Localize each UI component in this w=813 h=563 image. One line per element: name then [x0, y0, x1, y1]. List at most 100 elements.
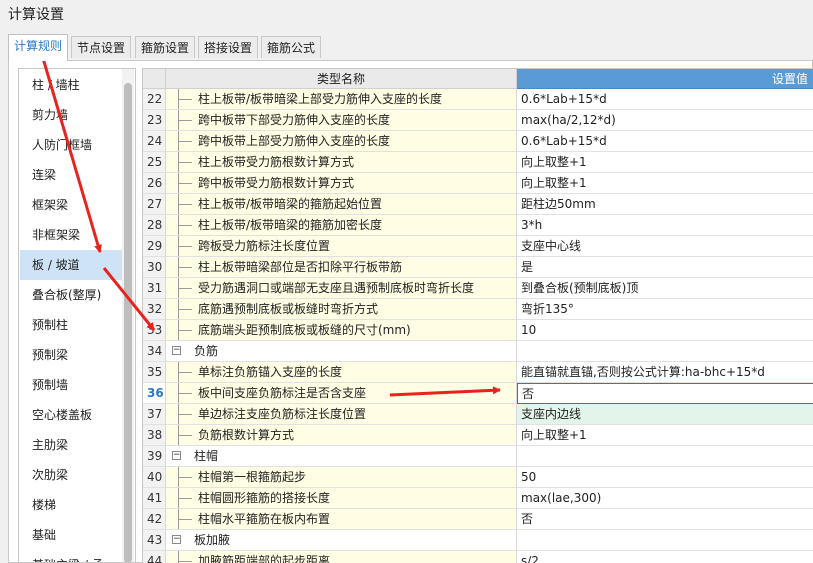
table-row[interactable]: 29 跨板受力筋标注长度位置 支座中心线 — [143, 236, 813, 257]
type-name-header[interactable]: 类型名称 — [166, 69, 517, 89]
setting-value-cell[interactable]: s/2 — [517, 551, 813, 563]
setting-value-cell[interactable]: 向上取整+1 — [517, 173, 813, 194]
type-name-cell[interactable]: 底筋遇预制底板或板缝时弯折方式 — [166, 299, 517, 320]
type-name-cell[interactable]: 跨板受力筋标注长度位置 — [166, 236, 517, 257]
sidebar-item[interactable]: 基础主梁 / 承 — [20, 550, 124, 562]
type-name-cell[interactable]: 柱上板带/板带暗梁的箍筋起始位置 — [166, 194, 517, 215]
table-row[interactable]: 31 受力筋遇洞口或端部无支座且遇预制底板时弯折长度 到叠合板(预制底板)顶 — [143, 278, 813, 299]
group-header[interactable]: − 柱帽 — [166, 446, 517, 467]
table-row[interactable]: 30 柱上板带暗梁部位是否扣除平行板带筋 是 — [143, 257, 813, 278]
setting-value-cell[interactable] — [517, 446, 813, 467]
type-name-cell[interactable]: 柱上板带/板带暗梁的箍筋加密长度 — [166, 215, 517, 236]
table-row[interactable]: 38 负筋根数计算方式 向上取整+1 — [143, 425, 813, 446]
sidebar-item[interactable]: 主肋梁 — [20, 430, 124, 460]
type-name-label: 板中间支座负筋标注是否含支座 — [198, 386, 367, 400]
type-name-cell[interactable]: 柱上板带受力筋根数计算方式 — [166, 152, 517, 173]
table-row[interactable]: 26 跨中板带受力筋根数计算方式 向上取整+1 — [143, 173, 813, 194]
setting-value-cell[interactable]: 10 — [517, 320, 813, 341]
setting-value-cell[interactable]: 向上取整+1 — [517, 152, 813, 173]
setting-value-cell[interactable]: 支座内边线 — [517, 404, 813, 425]
type-name-label: 负筋根数计算方式 — [198, 428, 295, 442]
tab-node-settings[interactable]: 节点设置 — [71, 36, 131, 58]
tab-stirrup-settings[interactable]: 箍筋设置 — [135, 36, 195, 58]
sidebar-item[interactable]: 剪力墙 — [20, 100, 124, 130]
type-name-cell[interactable]: 负筋根数计算方式 — [166, 425, 517, 446]
table-row[interactable]: 33 底筋端头距预制底板或板缝的尺寸(mm) 10 — [143, 320, 813, 341]
type-name-cell[interactable]: 受力筋遇洞口或端部无支座且遇预制底板时弯折长度 — [166, 278, 517, 299]
setting-value-cell[interactable]: 向上取整+1 — [517, 425, 813, 446]
sidebar-item[interactable]: 框架梁 — [20, 190, 124, 220]
tab-calc-rules[interactable]: 计算规则 — [8, 34, 68, 61]
sidebar-item[interactable]: 预制梁 — [20, 340, 124, 370]
type-name-cell[interactable]: 单标注负筋锚入支座的长度 — [166, 362, 517, 383]
type-name-cell[interactable]: 跨中板带上部受力筋伸入支座的长度 — [166, 131, 517, 152]
setting-value-cell[interactable]: 0.6*Lab+15*d — [517, 89, 813, 110]
type-name-cell[interactable]: 板中间支座负筋标注是否含支座 — [166, 383, 517, 404]
table-row[interactable]: 42 柱帽水平箍筋在板内布置 否 — [143, 509, 813, 530]
type-name-cell[interactable]: 跨中板带下部受力筋伸入支座的长度 — [166, 110, 517, 131]
collapse-toggle-icon[interactable]: − — [172, 346, 181, 355]
sidebar-item[interactable]: 连梁 — [20, 160, 124, 190]
sidebar-item-slab[interactable]: 板 / 坡道 — [20, 250, 124, 280]
type-name-cell[interactable]: 柱帽圆形箍筋的搭接长度 — [166, 488, 517, 509]
collapse-toggle-icon[interactable]: − — [172, 535, 181, 544]
type-name-cell[interactable]: 跨中板带受力筋根数计算方式 — [166, 173, 517, 194]
table-row[interactable]: 24 跨中板带上部受力筋伸入支座的长度 0.6*Lab+15*d — [143, 131, 813, 152]
sidebar-item[interactable]: 楼梯 — [20, 490, 124, 520]
type-name-cell[interactable]: 单边标注支座负筋标注长度位置 — [166, 404, 517, 425]
setting-value-cell[interactable]: 能直锚就直锚,否则按公式计算:ha-bhc+15*d — [517, 362, 813, 383]
table-row[interactable]: 27 柱上板带/板带暗梁的箍筋起始位置 距柱边50mm — [143, 194, 813, 215]
table-row[interactable]: 35 单标注负筋锚入支座的长度 能直锚就直锚,否则按公式计算:ha-bhc+15*d — [143, 362, 813, 383]
setting-value-cell[interactable]: 是 — [517, 257, 813, 278]
setting-value-cell[interactable]: max(ha/2,12*d) — [517, 110, 813, 131]
table-row[interactable]: 25 柱上板带受力筋根数计算方式 向上取整+1 — [143, 152, 813, 173]
setting-value-header[interactable]: 设置值 — [517, 69, 813, 89]
setting-value-cell[interactable]: 3*h — [517, 215, 813, 236]
table-row[interactable]: 44 加腋筋距端部的起步距离 s/2 — [143, 551, 813, 563]
sidebar-item[interactable]: 空心楼盖板 — [20, 400, 124, 430]
table-row[interactable]: 39− 柱帽 — [143, 446, 813, 467]
table-row[interactable]: 41 柱帽圆形箍筋的搭接长度 max(lae,300) — [143, 488, 813, 509]
sidebar-scrollbar-thumb[interactable] — [124, 83, 132, 562]
setting-value-cell[interactable]: 弯折135° — [517, 299, 813, 320]
type-name-cell[interactable]: 柱帽水平箍筋在板内布置 — [166, 509, 517, 530]
setting-value-cell[interactable] — [517, 530, 813, 551]
type-name-cell[interactable]: 底筋端头距预制底板或板缝的尺寸(mm) — [166, 320, 517, 341]
setting-value-cell[interactable]: 50 — [517, 467, 813, 488]
type-name-cell[interactable]: 柱上板带暗梁部位是否扣除平行板带筋 — [166, 257, 517, 278]
tab-stirrup-formula[interactable]: 箍筋公式 — [261, 36, 321, 58]
setting-value-cell[interactable] — [517, 341, 813, 362]
sidebar-item[interactable]: 非框架梁 — [20, 220, 124, 250]
sidebar-item[interactable]: 叠合板(整厚) — [20, 280, 124, 310]
group-header[interactable]: − 板加腋 — [166, 530, 517, 551]
sidebar-item[interactable]: 预制柱 — [20, 310, 124, 340]
setting-value-cell[interactable]: 否 — [517, 509, 813, 530]
table-row[interactable]: 28 柱上板带/板带暗梁的箍筋加密长度 3*h — [143, 215, 813, 236]
type-name-cell[interactable]: 加腋筋距端部的起步距离 — [166, 551, 517, 563]
table-row[interactable]: 43− 板加腋 — [143, 530, 813, 551]
setting-value-cell[interactable]: max(lae,300) — [517, 488, 813, 509]
table-row[interactable]: 34− 负筋 — [143, 341, 813, 362]
sidebar-item[interactable]: 预制墙 — [20, 370, 124, 400]
setting-value-cell[interactable]: 到叠合板(预制底板)顶 — [517, 278, 813, 299]
table-row[interactable]: 36 板中间支座负筋标注是否含支座 否 — [143, 383, 813, 404]
setting-value-editor[interactable]: 否 — [517, 383, 813, 404]
tab-lap-settings[interactable]: 搭接设置 — [198, 36, 258, 58]
setting-value-cell[interactable]: 0.6*Lab+15*d — [517, 131, 813, 152]
table-row[interactable]: 23 跨中板带下部受力筋伸入支座的长度 max(ha/2,12*d) — [143, 110, 813, 131]
sidebar-item[interactable]: 次肋梁 — [20, 460, 124, 490]
table-row[interactable]: 22 柱上板带/板带暗梁上部受力筋伸入支座的长度 0.6*Lab+15*d — [143, 89, 813, 110]
type-name-cell[interactable]: 柱帽第一根箍筋起步 — [166, 467, 517, 488]
component-list[interactable]: 柱 / 墙柱 剪力墙 人防门框墙 连梁 框架梁 非框架梁 板 / 坡道 叠合板(… — [18, 68, 136, 563]
type-name-cell[interactable]: 柱上板带/板带暗梁上部受力筋伸入支座的长度 — [166, 89, 517, 110]
table-row[interactable]: 40 柱帽第一根箍筋起步 50 — [143, 467, 813, 488]
table-row[interactable]: 32 底筋遇预制底板或板缝时弯折方式 弯折135° — [143, 299, 813, 320]
setting-value-cell[interactable]: 支座中心线 — [517, 236, 813, 257]
group-header[interactable]: − 负筋 — [166, 341, 517, 362]
sidebar-item[interactable]: 基础 — [20, 520, 124, 550]
collapse-toggle-icon[interactable]: − — [172, 451, 181, 460]
setting-value-cell[interactable]: 距柱边50mm — [517, 194, 813, 215]
table-row[interactable]: 37 单边标注支座负筋标注长度位置 支座内边线 — [143, 404, 813, 425]
sidebar-item[interactable]: 人防门框墙 — [20, 130, 124, 160]
sidebar-item[interactable]: 柱 / 墙柱 — [20, 70, 124, 100]
